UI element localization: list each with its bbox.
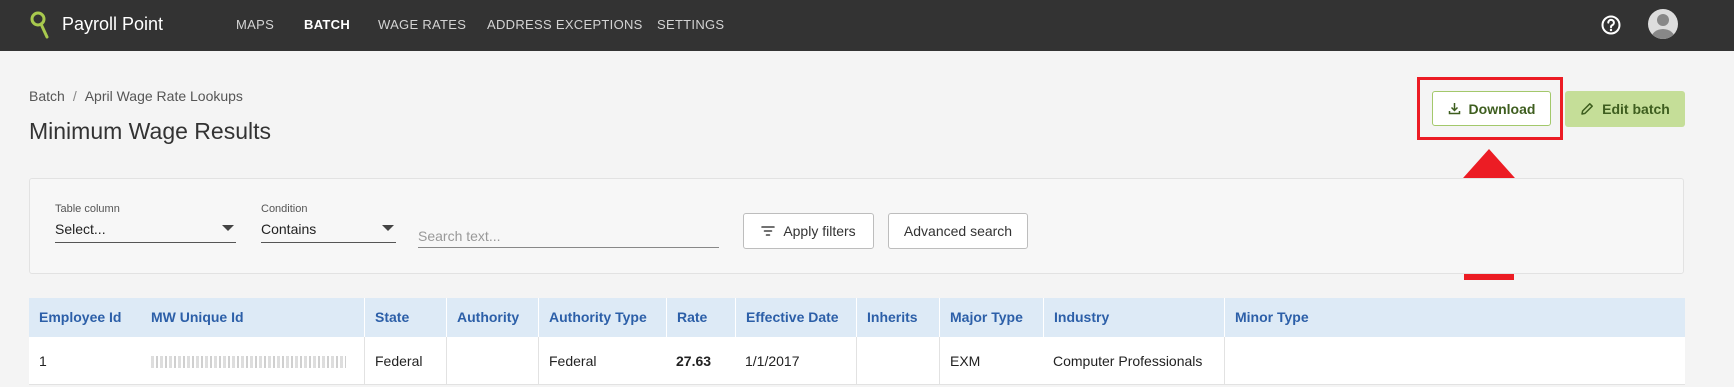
cell-inherits	[856, 337, 939, 385]
apply-filters-label: Apply filters	[783, 223, 856, 239]
breadcrumb-current: April Wage Rate Lookups	[84, 88, 243, 104]
column-header-employee-id[interactable]: Employee Id	[29, 298, 141, 337]
table-row[interactable]: 1 Federal Federal 27.63 1/1/2017 EXM Com…	[29, 337, 1685, 385]
cell-industry: Computer Professionals	[1053, 353, 1203, 369]
nav-settings[interactable]: SETTINGS	[657, 17, 724, 32]
table-header: Employee Id MW Unique Id State Authority…	[29, 298, 1685, 337]
breadcrumb-batch-link[interactable]: Batch	[29, 88, 65, 104]
nav-maps[interactable]: MAPS	[236, 17, 274, 32]
filter-panel: Table column Select... Condition Contain…	[29, 178, 1684, 274]
cell-state: Federal	[364, 337, 446, 385]
condition-select[interactable]: Contains	[261, 217, 396, 243]
edit-batch-button[interactable]: Edit batch	[1565, 91, 1685, 127]
advanced-search-label: Advanced search	[903, 223, 1013, 239]
table-column-label: Table column	[55, 203, 120, 215]
filter-icon	[761, 226, 776, 236]
user-avatar-icon[interactable]	[1648, 9, 1678, 39]
table-column-value: Select...	[55, 221, 106, 237]
pencil-icon	[1581, 103, 1594, 115]
cell-authority	[446, 337, 538, 385]
table-column-select[interactable]: Select...	[55, 217, 236, 243]
column-header-mw-unique-id[interactable]: MW Unique Id	[141, 298, 364, 337]
condition-value: Contains	[261, 221, 317, 237]
column-header-minor-type[interactable]: Minor Type	[1224, 298, 1685, 337]
column-header-state[interactable]: State	[364, 298, 446, 337]
chevron-down-icon	[382, 225, 394, 231]
breadcrumb-separator: /	[72, 88, 77, 104]
app-title[interactable]: Payroll Point	[62, 14, 163, 35]
column-header-major-type[interactable]: Major Type	[939, 298, 1043, 337]
column-header-inherits[interactable]: Inherits	[856, 298, 939, 337]
column-header-rate[interactable]: Rate	[666, 298, 735, 337]
column-header-industry[interactable]: Industry	[1043, 298, 1224, 337]
red-highlight-box	[1417, 77, 1563, 140]
cell-effective-date: 1/1/2017	[745, 353, 800, 369]
breadcrumb: Batch / April Wage Rate Lookups	[29, 88, 243, 104]
top-navigation-bar: Payroll Point MAPS BATCH WAGE RATES ADDR…	[0, 0, 1734, 51]
column-header-authority[interactable]: Authority	[446, 298, 538, 337]
advanced-search-button[interactable]: Advanced search	[888, 213, 1028, 249]
column-header-effective-date[interactable]: Effective Date	[735, 298, 856, 337]
edit-batch-label: Edit batch	[1602, 101, 1670, 117]
cell-mw-unique-id	[141, 337, 364, 385]
chevron-down-icon	[222, 225, 234, 231]
nav-batch[interactable]: BATCH	[304, 17, 350, 32]
cell-authority-type: Federal	[538, 337, 666, 385]
location-pin-logo-icon[interactable]	[28, 10, 52, 40]
cell-employee-id: 1	[39, 353, 47, 369]
page-title: Minimum Wage Results	[29, 118, 271, 144]
search-input[interactable]	[418, 222, 719, 248]
redacted-value	[151, 356, 346, 369]
nav-wage-rates[interactable]: WAGE RATES	[378, 17, 466, 32]
nav-address-exceptions[interactable]: ADDRESS EXCEPTIONS	[487, 17, 643, 32]
cell-rate: 27.63	[676, 353, 712, 369]
cell-major-type: EXM	[939, 337, 1043, 385]
cell-minor-type	[1224, 337, 1685, 385]
condition-label: Condition	[261, 203, 308, 215]
column-header-authority-type[interactable]: Authority Type	[538, 298, 666, 337]
help-icon[interactable]	[1600, 14, 1622, 36]
apply-filters-button[interactable]: Apply filters	[743, 213, 874, 249]
